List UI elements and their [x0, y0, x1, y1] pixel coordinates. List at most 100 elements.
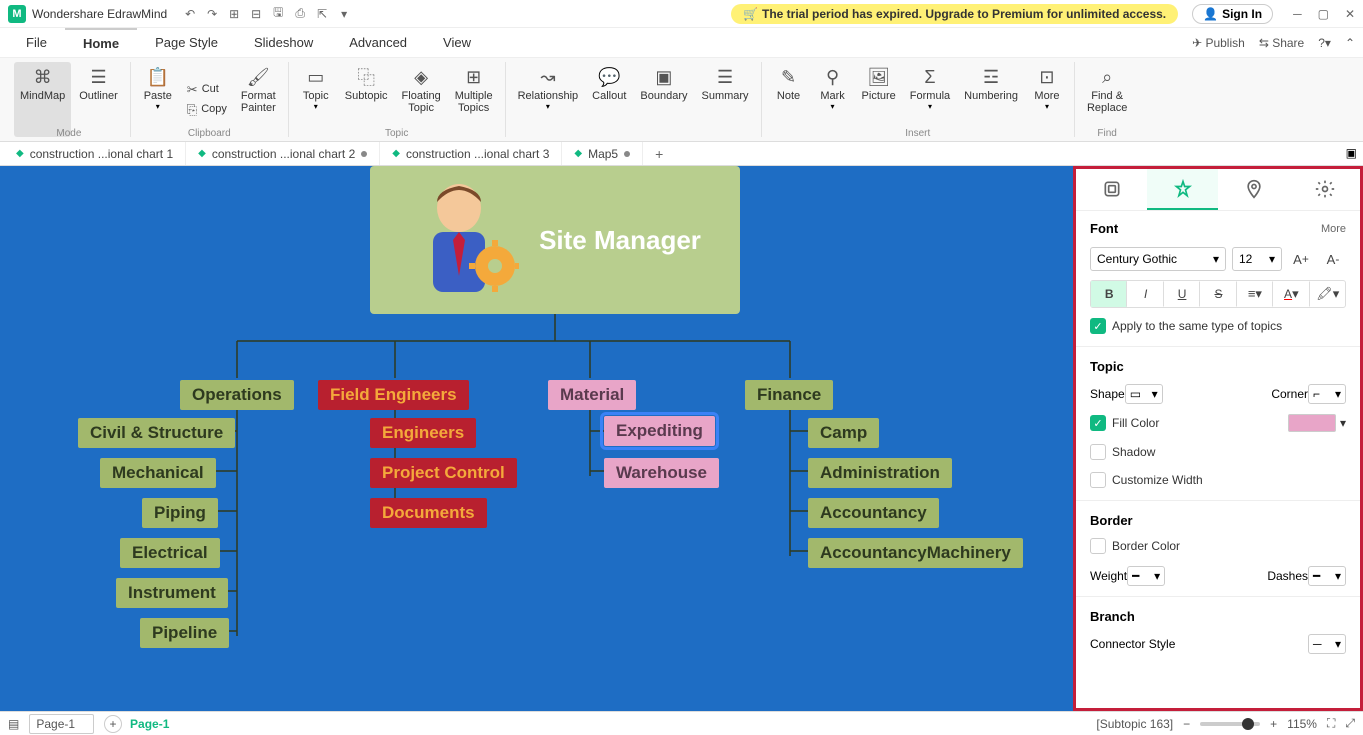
- align-button[interactable]: ≡▾: [1237, 281, 1273, 307]
- callout-button[interactable]: 💬Callout: [586, 62, 632, 137]
- menu-home[interactable]: Home: [65, 28, 137, 57]
- open-icon[interactable]: ⊟: [247, 5, 265, 23]
- relationship-button[interactable]: ↝Relationship▾: [512, 62, 585, 137]
- print-icon[interactable]: ⎙: [291, 5, 309, 23]
- mindmap-button[interactable]: ⌘MindMap: [14, 62, 71, 137]
- canvas[interactable]: Site Manager Operations Field Engineers …: [0, 166, 1073, 711]
- font-family-select[interactable]: Century Gothic▾: [1090, 247, 1226, 271]
- minimize-icon[interactable]: ─: [1293, 7, 1302, 21]
- font-size-input[interactable]: 12▾: [1232, 247, 1282, 271]
- close-icon[interactable]: ✕: [1345, 7, 1355, 21]
- publish-button[interactable]: ✈ Publish: [1192, 36, 1245, 50]
- zoom-level[interactable]: 115%: [1287, 717, 1317, 731]
- zoom-slider[interactable]: [1200, 722, 1260, 726]
- formula-button[interactable]: ΣFormula▾: [904, 62, 956, 137]
- outliner-button[interactable]: ☰Outliner: [73, 62, 124, 137]
- node-project-control[interactable]: Project Control: [370, 458, 517, 488]
- format-painter-button[interactable]: 🖌Format Painter: [235, 62, 282, 137]
- floating-topic-button[interactable]: ◈Floating Topic: [396, 62, 447, 137]
- boundary-button[interactable]: ▣Boundary: [634, 62, 693, 137]
- weight-select[interactable]: ━▾: [1127, 566, 1165, 586]
- outline-view-icon[interactable]: ▤: [8, 717, 19, 731]
- decrease-font-button[interactable]: A-: [1320, 246, 1346, 272]
- underline-button[interactable]: U: [1164, 281, 1200, 307]
- cut-button[interactable]: ✂Cut: [181, 81, 233, 99]
- increase-font-button[interactable]: A+: [1288, 246, 1314, 272]
- collapse-ribbon-icon[interactable]: ⌃: [1345, 36, 1355, 50]
- share-button[interactable]: ⇆ Share: [1259, 36, 1304, 50]
- node-civil[interactable]: Civil & Structure: [78, 418, 235, 448]
- fullscreen-icon[interactable]: ⤢: [1345, 716, 1355, 731]
- doc-tab-2[interactable]: ◆construction ...ional chart 2: [186, 142, 380, 165]
- maximize-icon[interactable]: ▢: [1318, 7, 1329, 21]
- undo-icon[interactable]: ↶: [181, 5, 199, 23]
- shadow-checkbox[interactable]: Shadow: [1090, 444, 1346, 460]
- panel-tab-style[interactable]: [1147, 169, 1218, 210]
- zoom-thumb[interactable]: [1242, 718, 1254, 730]
- panel-toggle-icon[interactable]: ▣: [1346, 146, 1357, 160]
- menu-pagestyle[interactable]: Page Style: [137, 29, 236, 56]
- qat-more-icon[interactable]: ▾: [335, 5, 353, 23]
- dashes-select[interactable]: ━▾: [1308, 566, 1346, 586]
- node-accountancy[interactable]: Accountancy: [808, 498, 939, 528]
- add-tab-button[interactable]: +: [643, 142, 675, 165]
- zoom-in-button[interactable]: +: [1270, 717, 1277, 731]
- shape-select[interactable]: ▭▾: [1125, 384, 1163, 404]
- mark-button[interactable]: ⚲Mark▾: [812, 62, 854, 137]
- font-more-link[interactable]: More: [1321, 223, 1346, 235]
- font-color-button[interactable]: A▾: [1273, 281, 1309, 307]
- node-engineers[interactable]: Engineers: [370, 418, 476, 448]
- zoom-out-button[interactable]: −: [1183, 717, 1190, 731]
- bold-button[interactable]: B: [1091, 281, 1127, 307]
- picture-button[interactable]: 🖼Picture: [856, 62, 902, 137]
- doc-tab-1[interactable]: ◆construction ...ional chart 1: [4, 142, 186, 165]
- node-electrical[interactable]: Electrical: [120, 538, 220, 568]
- strike-button[interactable]: S: [1200, 281, 1236, 307]
- node-administration[interactable]: Administration: [808, 458, 952, 488]
- topic-button[interactable]: ▭Topic▾: [295, 62, 337, 137]
- trial-banner[interactable]: 🛒 The trial period has expired. Upgrade …: [731, 4, 1178, 24]
- subtopic-button[interactable]: ⿻Subtopic: [339, 62, 394, 137]
- node-expediting[interactable]: Expediting: [604, 416, 715, 446]
- node-field-engineers[interactable]: Field Engineers: [318, 380, 469, 410]
- root-node[interactable]: Site Manager: [370, 166, 740, 314]
- new-icon[interactable]: ⊞: [225, 5, 243, 23]
- multiple-topics-button[interactable]: ⊞Multiple Topics: [449, 62, 499, 137]
- node-accountancy-machinery[interactable]: AccountancyMachinery: [808, 538, 1023, 568]
- menu-advanced[interactable]: Advanced: [331, 29, 425, 56]
- node-finance[interactable]: Finance: [745, 380, 833, 410]
- connector-style-select[interactable]: ─▾: [1308, 634, 1346, 654]
- menu-slideshow[interactable]: Slideshow: [236, 29, 331, 56]
- export-icon[interactable]: ⇱: [313, 5, 331, 23]
- menu-view[interactable]: View: [425, 29, 489, 56]
- node-pipeline[interactable]: Pipeline: [140, 618, 229, 648]
- save-icon[interactable]: 🖫: [269, 5, 287, 23]
- custom-width-checkbox[interactable]: Customize Width: [1090, 472, 1346, 488]
- corner-select[interactable]: ⌐▾: [1308, 384, 1346, 404]
- fit-page-icon[interactable]: ⛶: [1327, 716, 1335, 731]
- doc-tab-4[interactable]: ◆Map5: [562, 142, 643, 165]
- node-mechanical[interactable]: Mechanical: [100, 458, 216, 488]
- signin-button[interactable]: 👤 Sign In: [1192, 4, 1273, 24]
- node-camp[interactable]: Camp: [808, 418, 879, 448]
- italic-button[interactable]: I: [1127, 281, 1163, 307]
- node-operations[interactable]: Operations: [180, 380, 294, 410]
- fill-color-swatch[interactable]: [1288, 414, 1336, 432]
- apply-same-checkbox[interactable]: ✓ Apply to the same type of topics: [1090, 318, 1346, 334]
- menu-file[interactable]: File: [8, 29, 65, 56]
- node-piping[interactable]: Piping: [142, 498, 218, 528]
- more-button[interactable]: ⊡More▾: [1026, 62, 1068, 137]
- find-replace-button[interactable]: ⌕Find & Replace: [1081, 62, 1133, 137]
- add-page-button[interactable]: +: [104, 715, 122, 733]
- fillcolor-checkbox[interactable]: ✓ Fill Color ▾: [1090, 414, 1346, 432]
- summary-button[interactable]: ☰Summary: [695, 62, 754, 137]
- copy-button[interactable]: ⎘Copy: [181, 101, 233, 119]
- node-documents[interactable]: Documents: [370, 498, 487, 528]
- note-button[interactable]: ✎Note: [768, 62, 810, 137]
- panel-tab-map[interactable]: [1218, 169, 1289, 210]
- redo-icon[interactable]: ↷: [203, 5, 221, 23]
- node-warehouse[interactable]: Warehouse: [604, 458, 719, 488]
- panel-tab-settings[interactable]: [1289, 169, 1360, 210]
- panel-tab-layout[interactable]: [1076, 169, 1147, 210]
- help-icon[interactable]: ?▾: [1318, 36, 1331, 50]
